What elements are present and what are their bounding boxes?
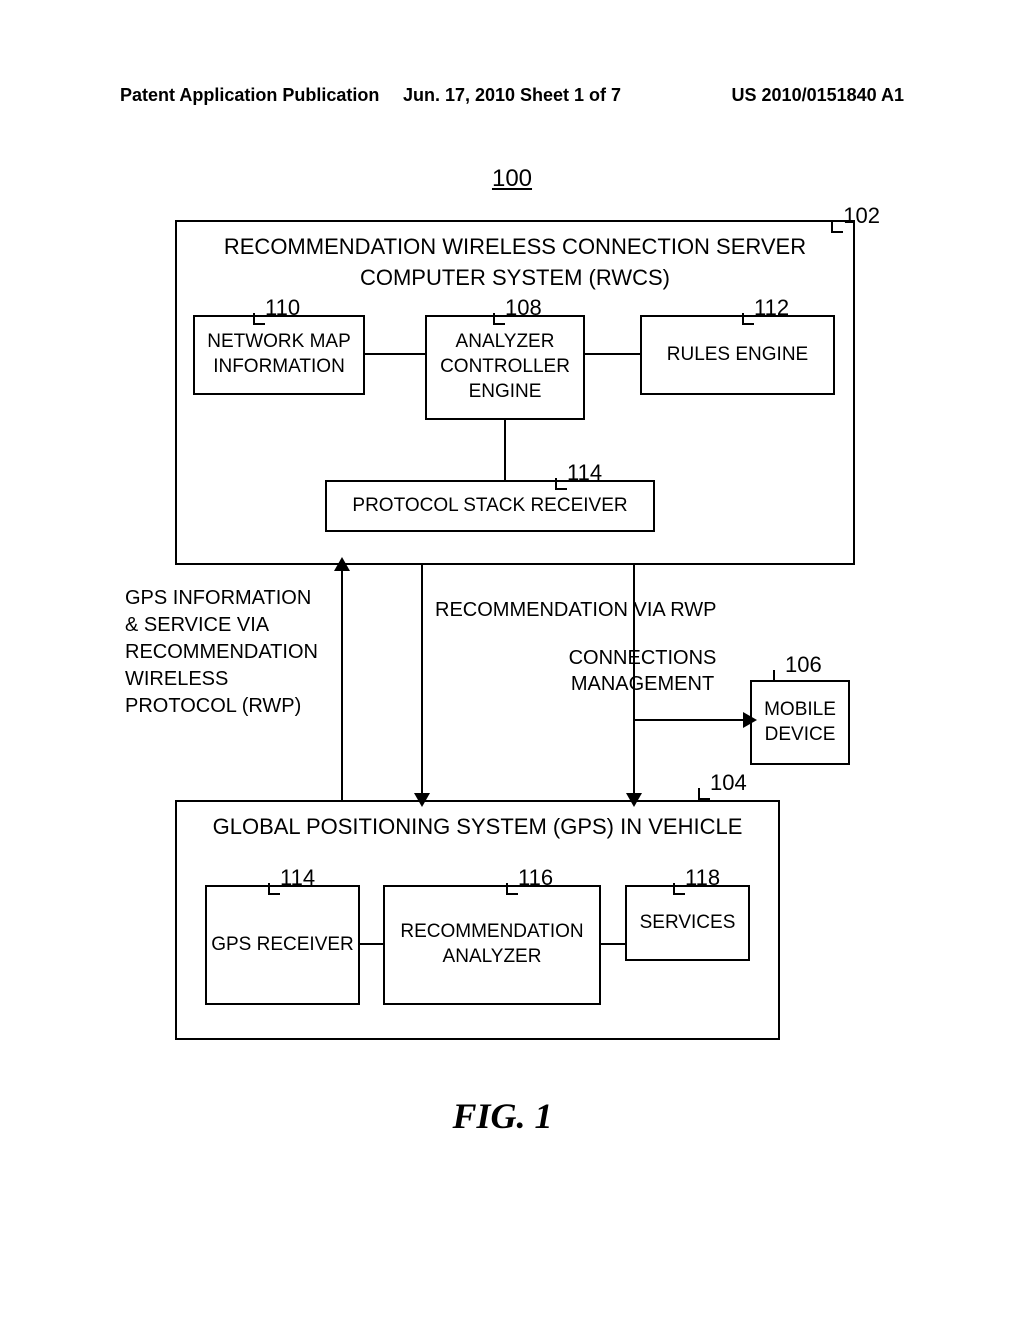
connector-line xyxy=(360,943,383,945)
arrow-up-icon xyxy=(334,557,350,571)
figure-number: 100 xyxy=(492,165,532,193)
analyzer-controller-box: ANALYZER CONTROLLER ENGINE xyxy=(425,315,585,420)
connector-line xyxy=(341,565,343,800)
gps-receiver-box: GPS RECEIVER xyxy=(205,885,360,1005)
header-publication: Patent Application Publication xyxy=(120,85,379,106)
arrow-right-icon xyxy=(743,712,757,728)
rwcs-title-line1: RECOMMENDATION WIRELESS CONNECTION SERVE… xyxy=(177,232,853,263)
ref-106-text: 106 xyxy=(785,652,822,677)
header-pubnum: US 2010/0151840 A1 xyxy=(732,85,904,106)
figure-caption: FIG. 1 xyxy=(452,1095,552,1137)
connector-line xyxy=(601,943,625,945)
connector-line xyxy=(585,353,640,355)
recommendation-label: RECOMMENDATION VIA RWP xyxy=(435,597,717,624)
gps-title: GLOBAL POSITIONING SYSTEM (GPS) IN VEHIC… xyxy=(177,814,778,840)
rwcs-title-line2: COMPUTER SYSTEM (RWCS) xyxy=(177,263,853,294)
connector-line xyxy=(504,420,506,480)
protocol-stack-box: PROTOCOL STACK RECEIVER xyxy=(325,480,655,532)
connector-line xyxy=(421,565,423,800)
connections-label: CONNECTIONS MANAGEMENT xyxy=(555,645,730,697)
services-box: SERVICES xyxy=(625,885,750,961)
mobile-device-box: MOBILE DEVICE xyxy=(750,680,850,765)
connector-line xyxy=(633,565,635,800)
header-date-sheet: Jun. 17, 2010 Sheet 1 of 7 xyxy=(403,85,621,106)
connector-line xyxy=(635,719,750,721)
rwcs-title: RECOMMENDATION WIRELESS CONNECTION SERVE… xyxy=(177,232,853,294)
page-header: Patent Application Publication Jun. 17, … xyxy=(0,85,1024,106)
ref-104: 104 xyxy=(710,770,747,796)
gps-info-label: GPS INFORMATION & SERVICE VIA RECOMMENDA… xyxy=(125,585,325,720)
recommendation-analyzer-box: RECOMMENDATION ANALYZER xyxy=(383,885,601,1005)
connector-line xyxy=(365,353,425,355)
ref-106: 106 xyxy=(785,652,822,678)
rules-engine-box: RULES ENGINE xyxy=(640,315,835,395)
network-map-box: NETWORK MAP INFORMATION xyxy=(193,315,365,395)
ref-104-text: 104 xyxy=(710,770,747,795)
